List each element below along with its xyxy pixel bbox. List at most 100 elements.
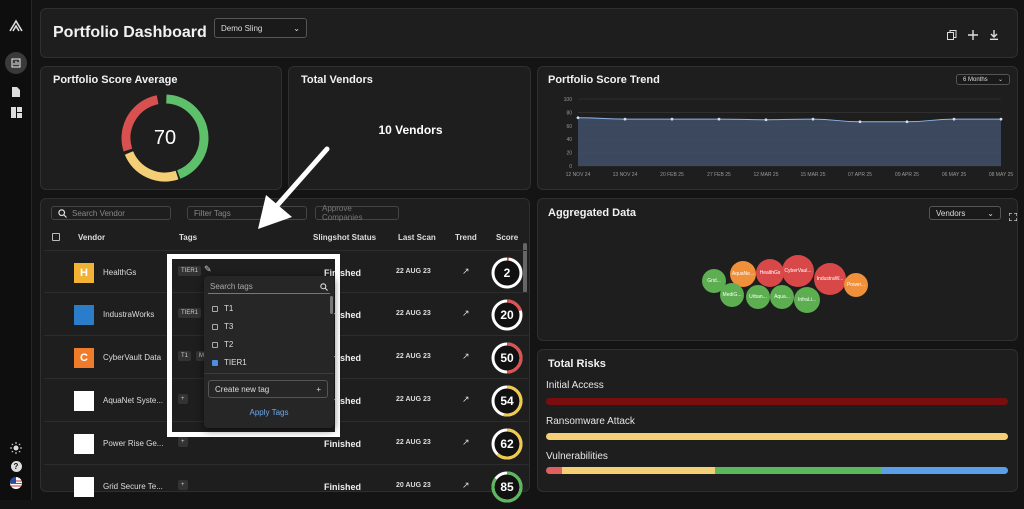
score-value: 20 xyxy=(500,308,514,322)
x-tick-label: 12 MAR 25 xyxy=(753,172,778,178)
vendor-name[interactable]: Grid Secure Te... xyxy=(103,482,163,491)
download-icon[interactable] xyxy=(989,27,999,45)
y-tick-label: 100 xyxy=(564,97,573,103)
vendor-tag[interactable]: + xyxy=(178,480,188,490)
vendor-name[interactable]: AquaNet Syste... xyxy=(103,396,163,405)
col-score[interactable]: Score xyxy=(496,233,518,242)
risk-bar-segment xyxy=(880,467,1008,474)
trend-point[interactable] xyxy=(858,120,862,124)
help-icon[interactable]: ? xyxy=(8,458,24,474)
page-title: Portfolio Dashboard xyxy=(53,24,207,41)
expand-icon[interactable] xyxy=(1008,208,1018,226)
tag-checkbox[interactable] xyxy=(212,323,218,330)
y-tick-label: 0 xyxy=(569,164,572,170)
risks-scrollbar[interactable] xyxy=(1017,377,1018,410)
vendor-bubble[interactable]: Power... xyxy=(844,273,868,297)
vendor-bubble[interactable]: Urban... xyxy=(746,285,770,309)
tag-search-input[interactable]: Search tags xyxy=(208,280,330,294)
risk-bar[interactable] xyxy=(546,433,1008,440)
chevron-down-icon: ⌄ xyxy=(987,208,994,218)
risk-bar-segment xyxy=(546,433,1008,440)
tag-option[interactable]: T2 xyxy=(212,340,233,349)
vendor-bubble[interactable]: Aqua... xyxy=(770,285,794,309)
trend-point[interactable] xyxy=(764,118,768,122)
app-logo-icon[interactable] xyxy=(8,18,24,34)
select-all-checkbox[interactable] xyxy=(52,233,60,241)
score-average-panel: Portfolio Score Average 70 xyxy=(40,66,282,190)
aggregated-group-select[interactable]: Vendors ⌄ xyxy=(929,206,1001,220)
trend-point[interactable] xyxy=(811,117,815,121)
create-tag-label: Create new tag xyxy=(215,384,270,394)
col-vendor[interactable]: Vendor xyxy=(78,233,105,242)
add-icon[interactable] xyxy=(968,27,978,45)
create-tag-button[interactable]: Create new tag + xyxy=(208,380,328,398)
table-row[interactable]: Grid Secure Te... + Finished 20 AUG 23 ↗ 85 xyxy=(44,464,530,507)
trend-point[interactable] xyxy=(717,117,721,121)
trend-up-icon[interactable]: ↗ xyxy=(462,394,470,405)
tag-option-label: TIER1 xyxy=(224,358,247,367)
slingshot-status: Finished xyxy=(324,482,362,492)
score-value: 2 xyxy=(503,266,511,280)
vendor-tag[interactable]: + xyxy=(178,437,188,447)
theme-toggle-icon[interactable] xyxy=(8,440,24,456)
trend-up-icon[interactable]: ↗ xyxy=(462,437,470,448)
tag-option[interactable]: TIER1 xyxy=(212,358,247,367)
tag-search-placeholder: Search tags xyxy=(210,282,253,291)
col-tags[interactable]: Tags xyxy=(179,233,197,242)
x-tick-label: 12 NOV 24 xyxy=(566,172,591,178)
trend-point[interactable] xyxy=(670,117,674,121)
tag-checkbox[interactable] xyxy=(212,341,218,348)
tag-checkbox[interactable] xyxy=(212,305,218,312)
score-trend-panel: Portfolio Score Trend 6 Months ⌄ 100 80 60… xyxy=(537,66,1018,190)
apply-tags-button[interactable]: Apply Tags xyxy=(204,408,334,417)
divider xyxy=(204,373,334,374)
trend-point[interactable] xyxy=(952,117,956,121)
total-risks-title: Total Risks xyxy=(548,358,606,370)
risk-bar[interactable] xyxy=(546,398,1008,405)
trend-point[interactable] xyxy=(905,120,909,124)
trend-up-icon[interactable]: ↗ xyxy=(462,308,470,319)
score-ring: 85 xyxy=(490,470,524,504)
trend-point[interactable] xyxy=(576,116,580,120)
trend-point[interactable] xyxy=(999,117,1003,121)
trend-up-icon[interactable]: ↗ xyxy=(462,266,470,277)
report-nav-icon[interactable] xyxy=(8,84,24,100)
vendor-name[interactable]: HealthGs xyxy=(103,268,136,277)
total-vendors-value: 10 Vendors xyxy=(378,123,443,137)
vendor-bubble[interactable]: MediG... xyxy=(720,283,744,307)
score-value: 62 xyxy=(500,437,514,451)
copy-icon[interactable] xyxy=(947,27,957,45)
tag-list-scrollbar[interactable] xyxy=(330,296,333,314)
trend-up-icon[interactable]: ↗ xyxy=(462,480,470,491)
vendor-bubble[interactable]: IndustraW... xyxy=(814,263,846,295)
risk-bar[interactable] xyxy=(546,467,1008,474)
dashboard-nav-icon[interactable] xyxy=(5,52,27,74)
tag-checkbox[interactable] xyxy=(212,359,218,366)
last-scan: 22 AUG 23 xyxy=(396,353,431,360)
tag-option[interactable]: T1 xyxy=(212,304,233,313)
vendor-bubble[interactable]: HealthGs xyxy=(756,259,784,287)
col-trend[interactable]: Trend xyxy=(455,233,477,242)
vendor-name[interactable]: IndustraWorks xyxy=(103,310,154,319)
vendor-bubble[interactable]: CyberVaul... xyxy=(782,255,814,287)
layout-nav-icon[interactable] xyxy=(8,104,24,120)
col-last-scan[interactable]: Last Scan xyxy=(398,233,436,242)
score-average-title: Portfolio Score Average xyxy=(53,74,178,86)
vendor-search-input[interactable]: Search Vendor xyxy=(51,206,171,220)
risk-bar-segment xyxy=(714,467,881,474)
y-tick-label: 80 xyxy=(566,110,572,116)
vendor-name[interactable]: CyberVault Data xyxy=(103,353,161,362)
vendor-logo xyxy=(74,305,94,325)
x-tick-label: 06 MAY 25 xyxy=(942,172,966,178)
trend-up-icon[interactable]: ↗ xyxy=(462,351,470,362)
trend-point[interactable] xyxy=(623,117,627,121)
portfolio-select[interactable]: Demo Sling ⌄ xyxy=(214,18,307,38)
tag-option[interactable]: T3 xyxy=(212,322,233,331)
risk-label: Initial Access xyxy=(546,380,604,391)
vendor-bubble[interactable]: InfraLi... xyxy=(794,287,820,313)
language-flag-icon[interactable] xyxy=(8,475,24,491)
score-average-value: 70 xyxy=(153,126,177,149)
vendor-name[interactable]: Power Rise Ge... xyxy=(103,439,163,448)
search-icon xyxy=(320,282,328,291)
risk-bar-segment xyxy=(546,398,1008,405)
